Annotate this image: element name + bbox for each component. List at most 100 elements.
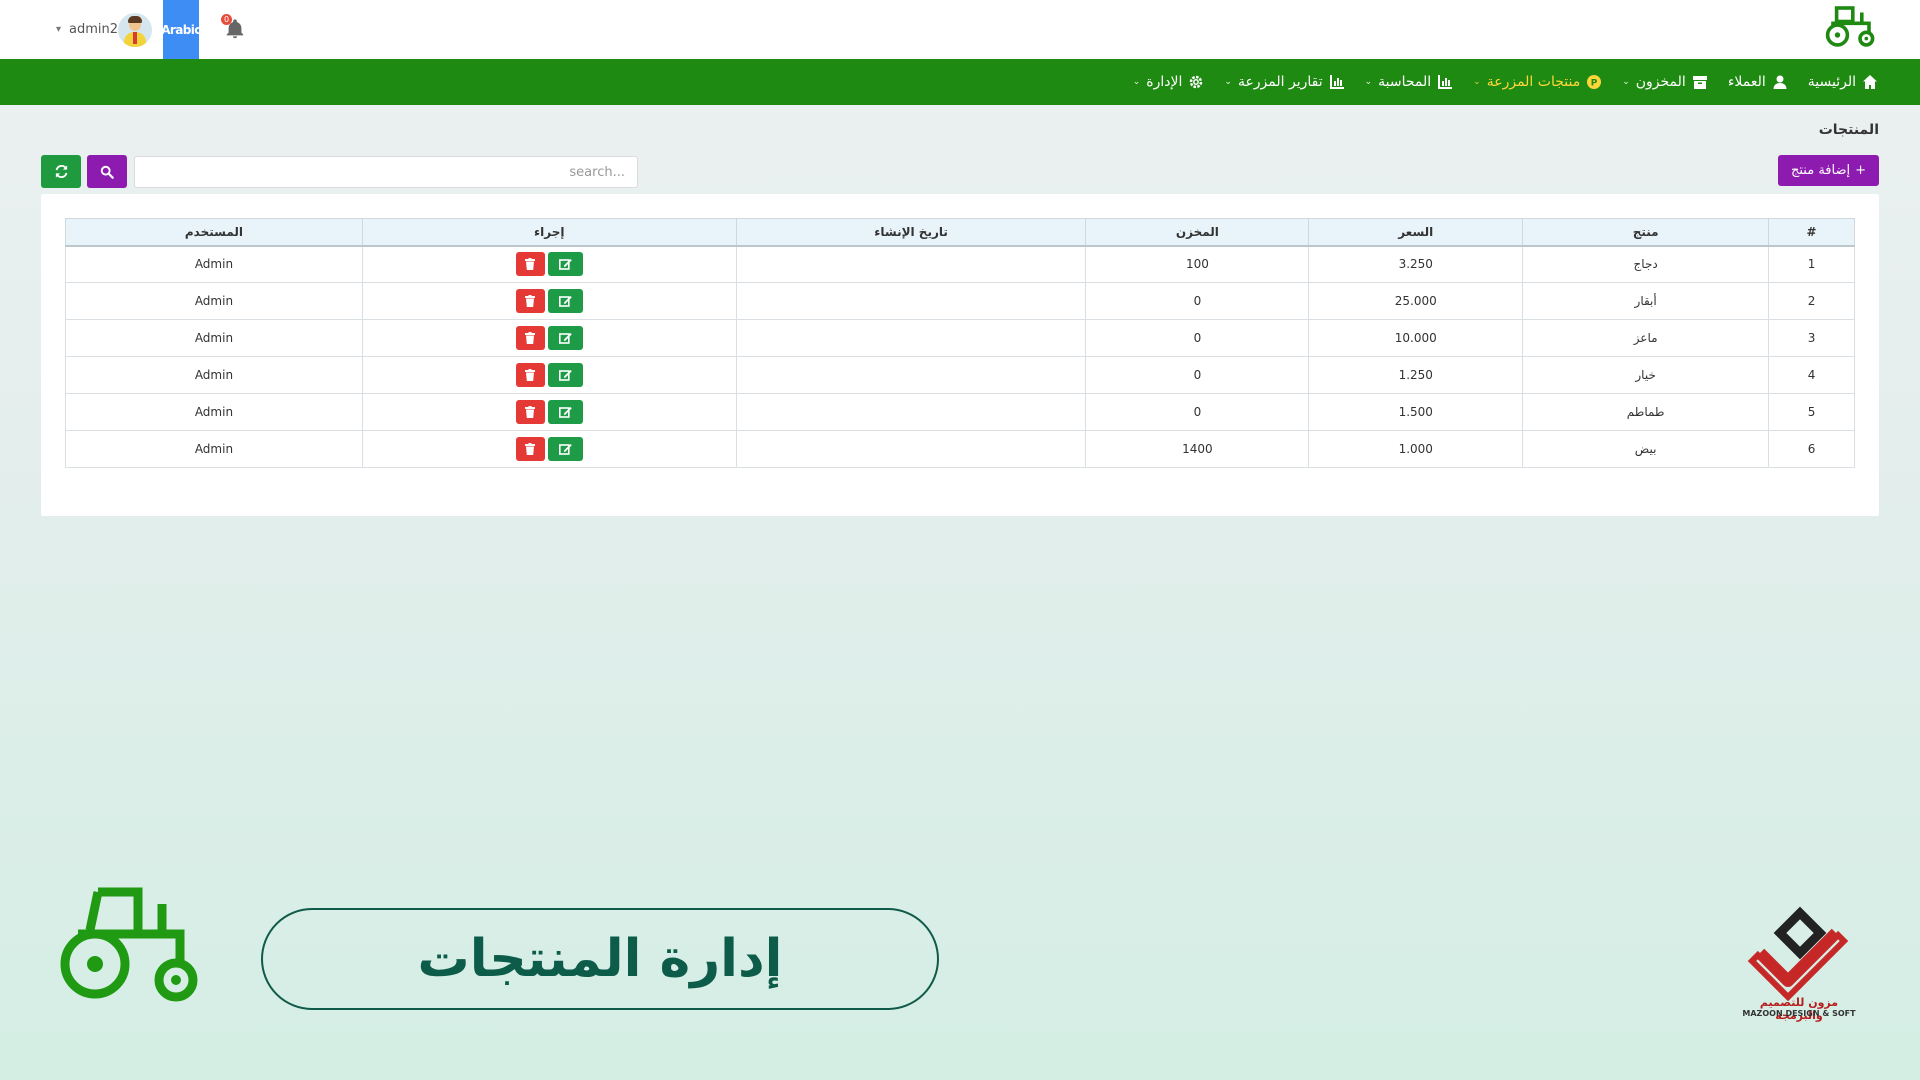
cell-number: 3 (1768, 319, 1855, 357)
chevron-down-icon: ⌄ (1473, 77, 1481, 87)
cell-stock: 100 (1085, 245, 1310, 283)
cell-product: ماعز (1522, 319, 1770, 357)
edit-button[interactable] (547, 363, 583, 387)
table-row: 2 أبقار 25.000 0 Admin (65, 282, 1855, 320)
delete-button[interactable] (515, 400, 545, 424)
column-header-action: إجراء (361, 218, 737, 247)
language-button[interactable]: Arabic (161, 0, 201, 59)
trash-icon (525, 406, 536, 418)
column-header-stock[interactable]: المخزن (1085, 218, 1310, 247)
edit-button[interactable] (547, 289, 583, 313)
table-row: 3 ماعز 10.000 0 Admin (65, 319, 1855, 357)
search-icon (100, 165, 114, 179)
refresh-button[interactable] (41, 155, 81, 188)
cell-created-date (735, 245, 1087, 283)
plus-icon: + (1855, 163, 1867, 178)
cell-stock: 0 (1085, 319, 1310, 357)
cell-user: Admin (65, 356, 363, 394)
refresh-icon (55, 164, 67, 179)
cell-user: Admin (65, 282, 363, 320)
chevron-down-icon: ⌄ (1622, 77, 1630, 87)
cell-user: Admin (65, 393, 363, 431)
chart-icon (1329, 74, 1345, 90)
chart-icon (1437, 74, 1453, 90)
search-button[interactable] (87, 155, 127, 188)
page-title: المنتجات (1818, 122, 1879, 138)
nav-item-farm-products[interactable]: P منتجات المزرعة ⌄ (1473, 74, 1602, 90)
cell-actions (361, 393, 737, 431)
user-menu[interactable]: ▾ admin2 (56, 14, 118, 44)
edit-icon (558, 407, 572, 418)
trash-icon (525, 258, 536, 271)
column-header-user[interactable]: المستخدم (65, 218, 363, 247)
main-nav: الرئيسية العملاء المخزون ⌄ P منتجات المز… (0, 59, 1920, 105)
table-row: 4 خيار 1.250 0 Admin (65, 356, 1855, 394)
cell-product: طماطم (1522, 393, 1770, 431)
chevron-down-icon: ⌄ (1364, 77, 1373, 87)
home-icon (1862, 74, 1878, 90)
delete-button[interactable] (515, 252, 545, 277)
notification-badge: 0 (221, 14, 232, 25)
nav-item-inventory[interactable]: المخزون ⌄ (1622, 74, 1708, 90)
cell-stock: 0 (1085, 393, 1310, 431)
delete-button[interactable] (515, 326, 545, 350)
cell-number: 1 (1768, 245, 1855, 283)
cell-product: بيض (1522, 430, 1770, 468)
table-row: 1 دجاج 3.250 100 Admin (65, 245, 1855, 283)
delete-button[interactable] (515, 289, 545, 313)
cell-actions (361, 319, 737, 357)
user-name: admin2 (69, 21, 119, 37)
column-header-number[interactable]: # (1768, 218, 1855, 247)
trash-icon (525, 332, 536, 344)
cell-user: Admin (65, 245, 363, 283)
nav-item-administration[interactable]: الإدارة ⌄ (1133, 74, 1205, 90)
top-bar: ▾ admin2 Arabic 0 (0, 0, 1920, 59)
cell-product: خيار (1522, 356, 1770, 394)
edit-button[interactable] (547, 252, 583, 277)
cell-actions (361, 356, 737, 394)
cell-price: 1.500 (1308, 393, 1524, 431)
edit-button[interactable] (547, 326, 583, 350)
edit-icon (558, 444, 572, 455)
add-product-button[interactable]: + إضافة منتج (1778, 155, 1879, 186)
cell-created-date (735, 282, 1087, 320)
nav-item-accounting[interactable]: المحاسبة ⌄ (1365, 74, 1454, 90)
search-input[interactable] (134, 156, 638, 188)
cell-product: أبقار (1522, 282, 1770, 320)
tractor-logo-icon[interactable] (1824, 3, 1878, 49)
cell-number: 5 (1768, 393, 1855, 431)
edit-icon (558, 259, 572, 271)
banner-title-pill: إدارة المنتجات (261, 908, 939, 1010)
column-header-created-date[interactable]: تاريخ الإنشاء (735, 218, 1087, 247)
cell-stock: 0 (1085, 356, 1310, 394)
cell-user: Admin (65, 319, 363, 357)
edit-icon (558, 370, 572, 381)
user-icon (1772, 74, 1788, 90)
cell-created-date (735, 319, 1087, 357)
cell-created-date (735, 356, 1087, 394)
brand-name-en: MAZOON DESIGN & SOFT (1742, 1009, 1856, 1018)
delete-button[interactable] (515, 363, 545, 387)
nav-item-farm-reports[interactable]: تقارير المزرعة ⌄ (1224, 74, 1344, 90)
cell-price: 25.000 (1308, 282, 1524, 320)
cell-actions (361, 245, 737, 283)
cell-stock: 1400 (1085, 430, 1310, 468)
cell-created-date (735, 393, 1087, 431)
product-icon: P (1586, 74, 1602, 90)
trash-icon (525, 443, 536, 455)
cell-price: 1.000 (1308, 430, 1524, 468)
column-header-price[interactable]: السعر (1308, 218, 1524, 247)
cell-price: 1.250 (1308, 356, 1524, 394)
cell-number: 6 (1768, 430, 1855, 468)
edit-button[interactable] (547, 437, 583, 461)
cell-price: 10.000 (1308, 319, 1524, 357)
banner-title: إدارة المنتجات (417, 929, 783, 989)
nav-item-home[interactable]: الرئيسية (1808, 74, 1878, 90)
column-header-product[interactable]: منتج (1522, 218, 1770, 247)
edit-button[interactable] (547, 400, 583, 424)
edit-icon (558, 333, 572, 344)
products-panel: # منتج السعر المخزن تاريخ الإنشاء إجراء … (41, 194, 1879, 516)
avatar[interactable] (118, 13, 152, 47)
delete-button[interactable] (515, 437, 545, 461)
nav-item-customers[interactable]: العملاء (1728, 74, 1788, 90)
